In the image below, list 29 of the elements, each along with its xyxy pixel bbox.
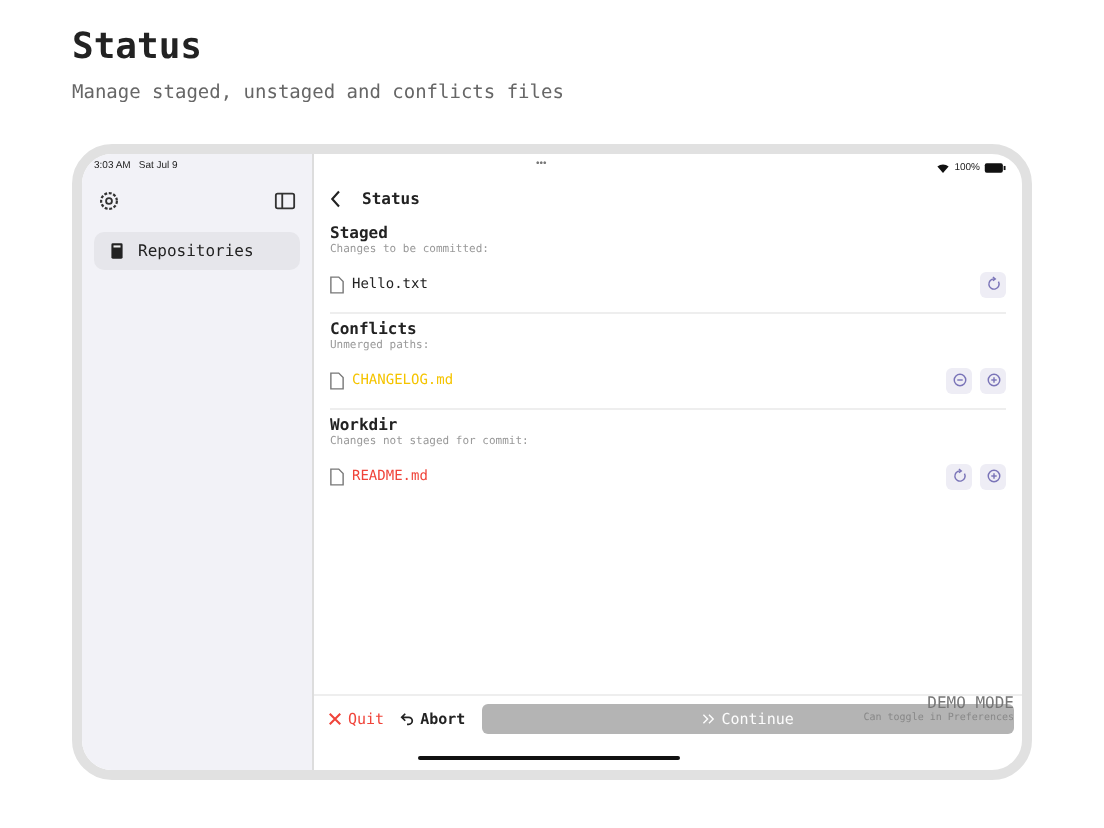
plus-circle-icon	[985, 468, 1001, 484]
sidebar-item[interactable]: Repositories	[94, 232, 300, 270]
page-subtitle: Manage staged, unstaged and conflicts files	[72, 82, 564, 104]
minus-button[interactable]	[946, 367, 972, 393]
section-title: Workdir	[330, 416, 400, 434]
section-title: Conflicts	[330, 320, 419, 338]
plus-circle-icon	[985, 372, 1001, 388]
undo-icon	[400, 712, 415, 726]
book-icon	[110, 242, 124, 260]
close-icon	[328, 712, 342, 726]
nav-title: Status	[362, 189, 420, 207]
settings-icon[interactable]	[98, 190, 120, 212]
plus-button[interactable]	[980, 463, 1006, 489]
sidebar-toggle-icon[interactable]	[274, 190, 296, 212]
file-icon	[330, 371, 344, 389]
refresh-button[interactable]	[946, 463, 972, 489]
wifi-icon	[936, 161, 951, 173]
double-chevron-icon	[701, 712, 716, 726]
file-icon	[330, 275, 344, 293]
refresh-icon	[951, 468, 967, 484]
refresh-button[interactable]	[980, 271, 1006, 297]
minus-circle-icon	[951, 372, 967, 388]
back-icon[interactable]	[330, 189, 342, 207]
file-icon	[330, 467, 344, 485]
section-title: Staged	[330, 224, 390, 242]
refresh-icon	[985, 276, 1001, 292]
battery-icon	[984, 161, 1006, 173]
plus-button[interactable]	[980, 367, 1006, 393]
page-title: Status	[72, 26, 203, 68]
